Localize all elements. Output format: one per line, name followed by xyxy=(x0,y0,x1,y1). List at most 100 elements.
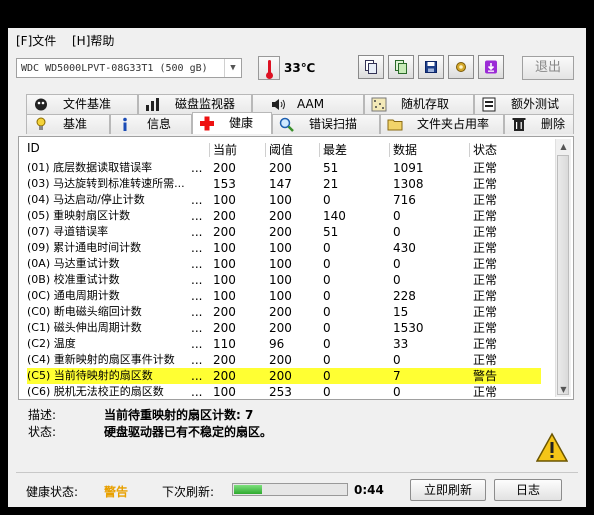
col-threshold[interactable]: 阈值 xyxy=(269,141,293,158)
cell-ellipsis: ... xyxy=(191,225,203,239)
refresh-timer: 0:44 xyxy=(354,483,384,497)
cell-current: 200 xyxy=(213,400,236,401)
cell-id: (05) 重映射扇区计数 xyxy=(27,209,131,222)
download-button[interactable] xyxy=(478,55,504,79)
table-row[interactable]: (0B) 校准重试计数 100 100 0 0 正常... xyxy=(27,272,541,288)
cell-ellipsis: ... xyxy=(191,193,203,207)
cell-threshold: 200 xyxy=(269,369,292,383)
table-row[interactable]: (01) 底层数据读取错误率 200 200 51 1091 正常... xyxy=(27,160,541,176)
tab-file-benchmark[interactable]: 文件基准 xyxy=(26,94,138,114)
log-button[interactable]: 日志 xyxy=(494,479,562,501)
col-worst[interactable]: 最差 xyxy=(323,141,347,158)
cell-threshold: 100 xyxy=(269,289,292,303)
cell-worst: 21 xyxy=(323,177,339,191)
cell-threshold: 200 xyxy=(269,321,292,335)
cell-data: 7 xyxy=(393,369,401,383)
cell-threshold: 200 xyxy=(269,353,292,367)
vertical-scrollbar[interactable]: ▲ ▼ xyxy=(555,139,571,397)
cell-status: 正常 xyxy=(473,353,498,367)
tab-random-access[interactable]: 随机存取 xyxy=(364,94,474,114)
file-benchmark-icon xyxy=(35,98,47,111)
cell-threshold: 100 xyxy=(269,257,292,271)
table-row[interactable]: (09) 累计通电时间计数 100 100 0 430 正常... xyxy=(27,240,541,256)
save-button[interactable] xyxy=(418,55,444,79)
chevron-down-icon[interactable]: ▼ xyxy=(224,59,241,77)
tab-folder-usage[interactable]: 文件夹占用率 xyxy=(380,114,504,134)
cell-worst: 0 xyxy=(323,400,331,401)
cell-data: 0 xyxy=(393,385,401,399)
cell-id: (C0) 断电磁头缩回计数 xyxy=(27,305,142,318)
tab-health[interactable]: 健康 xyxy=(192,112,272,134)
cell-current: 100 xyxy=(213,257,236,271)
status-value: 硬盘驱动器已有不稳定的扇区。 xyxy=(104,425,273,439)
cell-status: 正常 xyxy=(473,305,498,319)
cell-data: 0 xyxy=(393,400,401,401)
table-row[interactable]: (C7) Ultra DMA CRC 错误计数 200 200 0 0 正常... xyxy=(27,400,541,401)
copy-all-button[interactable] xyxy=(388,55,414,79)
tab-benchmark[interactable]: 基准 xyxy=(26,114,110,134)
cell-ellipsis: ... xyxy=(191,305,203,319)
table-row[interactable]: (07) 寻道错误率 200 200 51 0 正常... xyxy=(27,224,541,240)
cell-status: 正常 xyxy=(473,193,498,207)
cell-ellipsis: ... xyxy=(191,257,203,271)
scroll-thumb[interactable] xyxy=(557,155,569,395)
tab-extra-tests[interactable]: 额外测试 xyxy=(474,94,574,114)
table-row[interactable]: (04) 马达启动/停止计数 100 100 0 716 正常... xyxy=(27,192,541,208)
cell-current: 200 xyxy=(213,209,236,223)
cell-id: (C6) 脱机无法校正的扇区数 xyxy=(27,385,164,398)
cell-current: 200 xyxy=(213,369,236,383)
tab-error-scan[interactable]: 错误扫描 xyxy=(272,114,380,134)
table-row[interactable]: (C1) 磁头伸出周期计数 200 200 0 1530 正常... xyxy=(27,320,541,336)
cell-worst: 0 xyxy=(323,321,331,335)
col-data[interactable]: 数据 xyxy=(393,141,417,158)
tab-aam[interactable]: AAM xyxy=(252,94,364,114)
save-icon xyxy=(425,61,437,73)
cell-id: (04) 马达启动/停止计数 xyxy=(27,193,145,206)
table-row[interactable]: (0A) 马达重试计数 100 100 0 0 正常... xyxy=(27,256,541,272)
cell-worst: 0 xyxy=(323,273,331,287)
col-status[interactable]: 状态 xyxy=(473,141,497,158)
tab-info[interactable]: 信息 xyxy=(110,114,192,134)
table-row[interactable]: (03) 马达旋转到标准转速所需... 153 147 21 1308 正常 xyxy=(27,176,541,192)
tab-strip: 文件基准 磁盘监视器 AAM 随机存取 额外测试 基准 信息 健康 错误扫描 文… xyxy=(18,94,574,136)
exit-button[interactable]: 退出 xyxy=(522,56,574,80)
cell-ellipsis: ... xyxy=(191,385,203,399)
cell-id: (C2) 温度 xyxy=(27,337,76,350)
table-row[interactable]: (C2) 温度 110 96 0 33 正常... xyxy=(27,336,541,352)
drive-select[interactable]: WDC WD5000LPVT-08G33T1 (500 gB) ▼ xyxy=(16,58,242,78)
cell-data: 0 xyxy=(393,353,401,367)
table-row[interactable]: (0C) 通电周期计数 100 100 0 228 正常... xyxy=(27,288,541,304)
thermometer-icon xyxy=(258,56,280,80)
drive-select-value: WDC WD5000LPVT-08G33T1 (500 gB) xyxy=(21,63,208,74)
options-button[interactable] xyxy=(448,55,474,79)
benchmark-icon xyxy=(36,117,46,130)
status-bar: 健康状态: 警告 下次刷新: 0:44 立即刷新 日志 xyxy=(8,478,586,502)
menu-bar: [F]文件 [H]帮助 xyxy=(8,28,586,50)
tab-erase[interactable]: 删除 xyxy=(504,114,574,134)
menu-file[interactable]: [F]文件 xyxy=(16,32,56,49)
table-row[interactable]: (C6) 脱机无法校正的扇区数 100 253 0 0 正常... xyxy=(27,384,541,400)
cell-id: (0B) 校准重试计数 xyxy=(27,273,120,286)
info-icon xyxy=(123,117,127,131)
health-icon xyxy=(200,116,214,131)
temperature-readout: 33℃ xyxy=(284,61,316,75)
cell-worst: 0 xyxy=(323,369,331,383)
cell-threshold: 100 xyxy=(269,273,292,287)
scroll-down-icon[interactable]: ▼ xyxy=(556,382,571,397)
refresh-now-button[interactable]: 立即刷新 xyxy=(410,479,486,501)
cell-id: (09) 累计通电时间计数 xyxy=(27,241,142,254)
table-row[interactable]: (C5) 当前待映射的扇区数 200 200 0 7 警告... xyxy=(27,368,541,384)
menu-help[interactable]: [H]帮助 xyxy=(72,32,114,49)
copy-button[interactable] xyxy=(358,55,384,79)
table-row[interactable]: (C4) 重新映射的扇区事件计数 200 200 0 0 正常... xyxy=(27,352,541,368)
scroll-up-icon[interactable]: ▲ xyxy=(556,139,571,154)
copy-all-icon xyxy=(395,60,407,74)
col-current[interactable]: 当前 xyxy=(213,141,237,158)
col-id[interactable]: ID xyxy=(27,141,40,155)
cell-threshold: 200 xyxy=(269,225,292,239)
table-row[interactable]: (05) 重映射扇区计数 200 200 140 0 正常... xyxy=(27,208,541,224)
table-row[interactable]: (C0) 断电磁头缩回计数 200 200 0 15 正常... xyxy=(27,304,541,320)
cell-current: 153 xyxy=(213,177,236,191)
cell-ellipsis: ... xyxy=(191,321,203,335)
tab-disk-monitor[interactable]: 磁盘监视器 xyxy=(138,94,252,114)
